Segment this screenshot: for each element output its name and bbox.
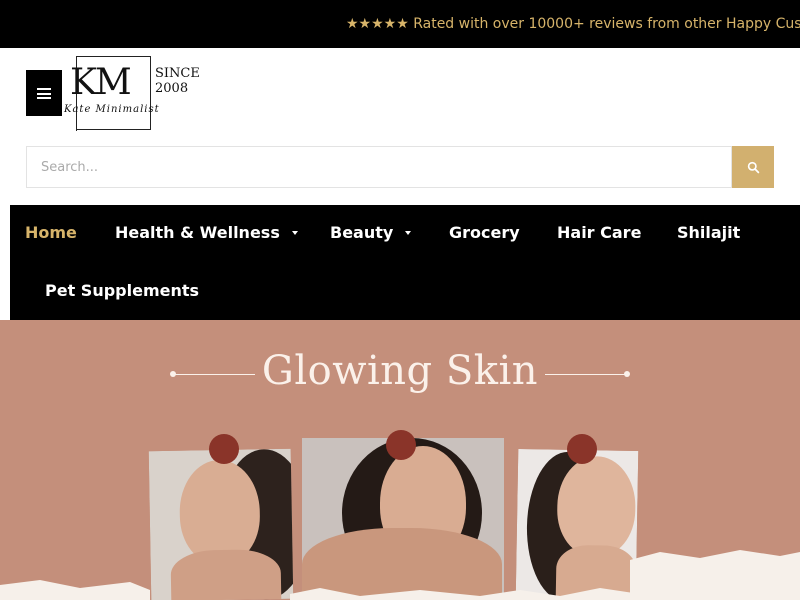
menu-button[interactable]	[26, 70, 62, 116]
nav-item-hair-care[interactable]: Hair Care	[557, 223, 641, 242]
nav-item-grocery[interactable]: Grocery	[449, 223, 520, 242]
nav-item-label: Home	[25, 223, 77, 242]
announcement-text: ★★★★★ Rated with over 10000+ reviews fro…	[346, 16, 800, 32]
nav-item-label: Pet Supplements	[45, 281, 200, 300]
logo-since-year: 2008	[155, 81, 189, 96]
announcement-bar: ★★★★★ Rated with over 10000+ reviews fro…	[0, 0, 800, 48]
hero-title: Glowing Skin	[261, 348, 539, 394]
nav-item-label: Health & Wellness	[115, 223, 280, 242]
torn-paper-edge	[0, 550, 800, 600]
nav-item-health-wellness[interactable]: Health & Wellness	[115, 223, 298, 242]
site-logo[interactable]: KM SINCE 2008 Kate Minimalist	[64, 56, 204, 132]
nav-item-label: Hair Care	[557, 223, 642, 242]
pin-icon	[567, 434, 597, 464]
nav-item-label: Grocery	[449, 223, 520, 242]
logo-monogram: KM	[70, 62, 132, 103]
chevron-down-icon	[291, 230, 298, 235]
pin-icon	[209, 434, 239, 464]
nav-item-beauty[interactable]: Beauty	[330, 223, 412, 242]
search-input[interactable]	[26, 146, 732, 188]
nav-item-pet-supplements[interactable]: Pet Supplements	[45, 281, 199, 300]
logo-since: SINCE 2008	[155, 66, 200, 96]
chevron-down-icon	[405, 230, 412, 235]
nav-item-shilajit[interactable]: Shilajit	[677, 223, 740, 242]
hero-banner[interactable]: Glowing Skin	[0, 320, 800, 600]
search-button[interactable]	[732, 146, 774, 188]
nav-item-home[interactable]: Home	[25, 223, 77, 242]
nav-item-label: Shilajit	[677, 223, 741, 242]
logo-since-label: SINCE	[155, 66, 200, 81]
pin-icon	[386, 430, 416, 460]
nav-item-label: Beauty	[330, 223, 394, 242]
logo-script: Kate Minimalist	[64, 104, 160, 115]
hamburger-menu-icon	[37, 87, 51, 99]
site-header: KM SINCE 2008 Kate Minimalist	[0, 48, 800, 138]
main-navigation: Home Health & Wellness Beauty Grocery Ha…	[10, 205, 800, 320]
search-icon	[747, 161, 759, 173]
search-bar	[26, 146, 774, 188]
